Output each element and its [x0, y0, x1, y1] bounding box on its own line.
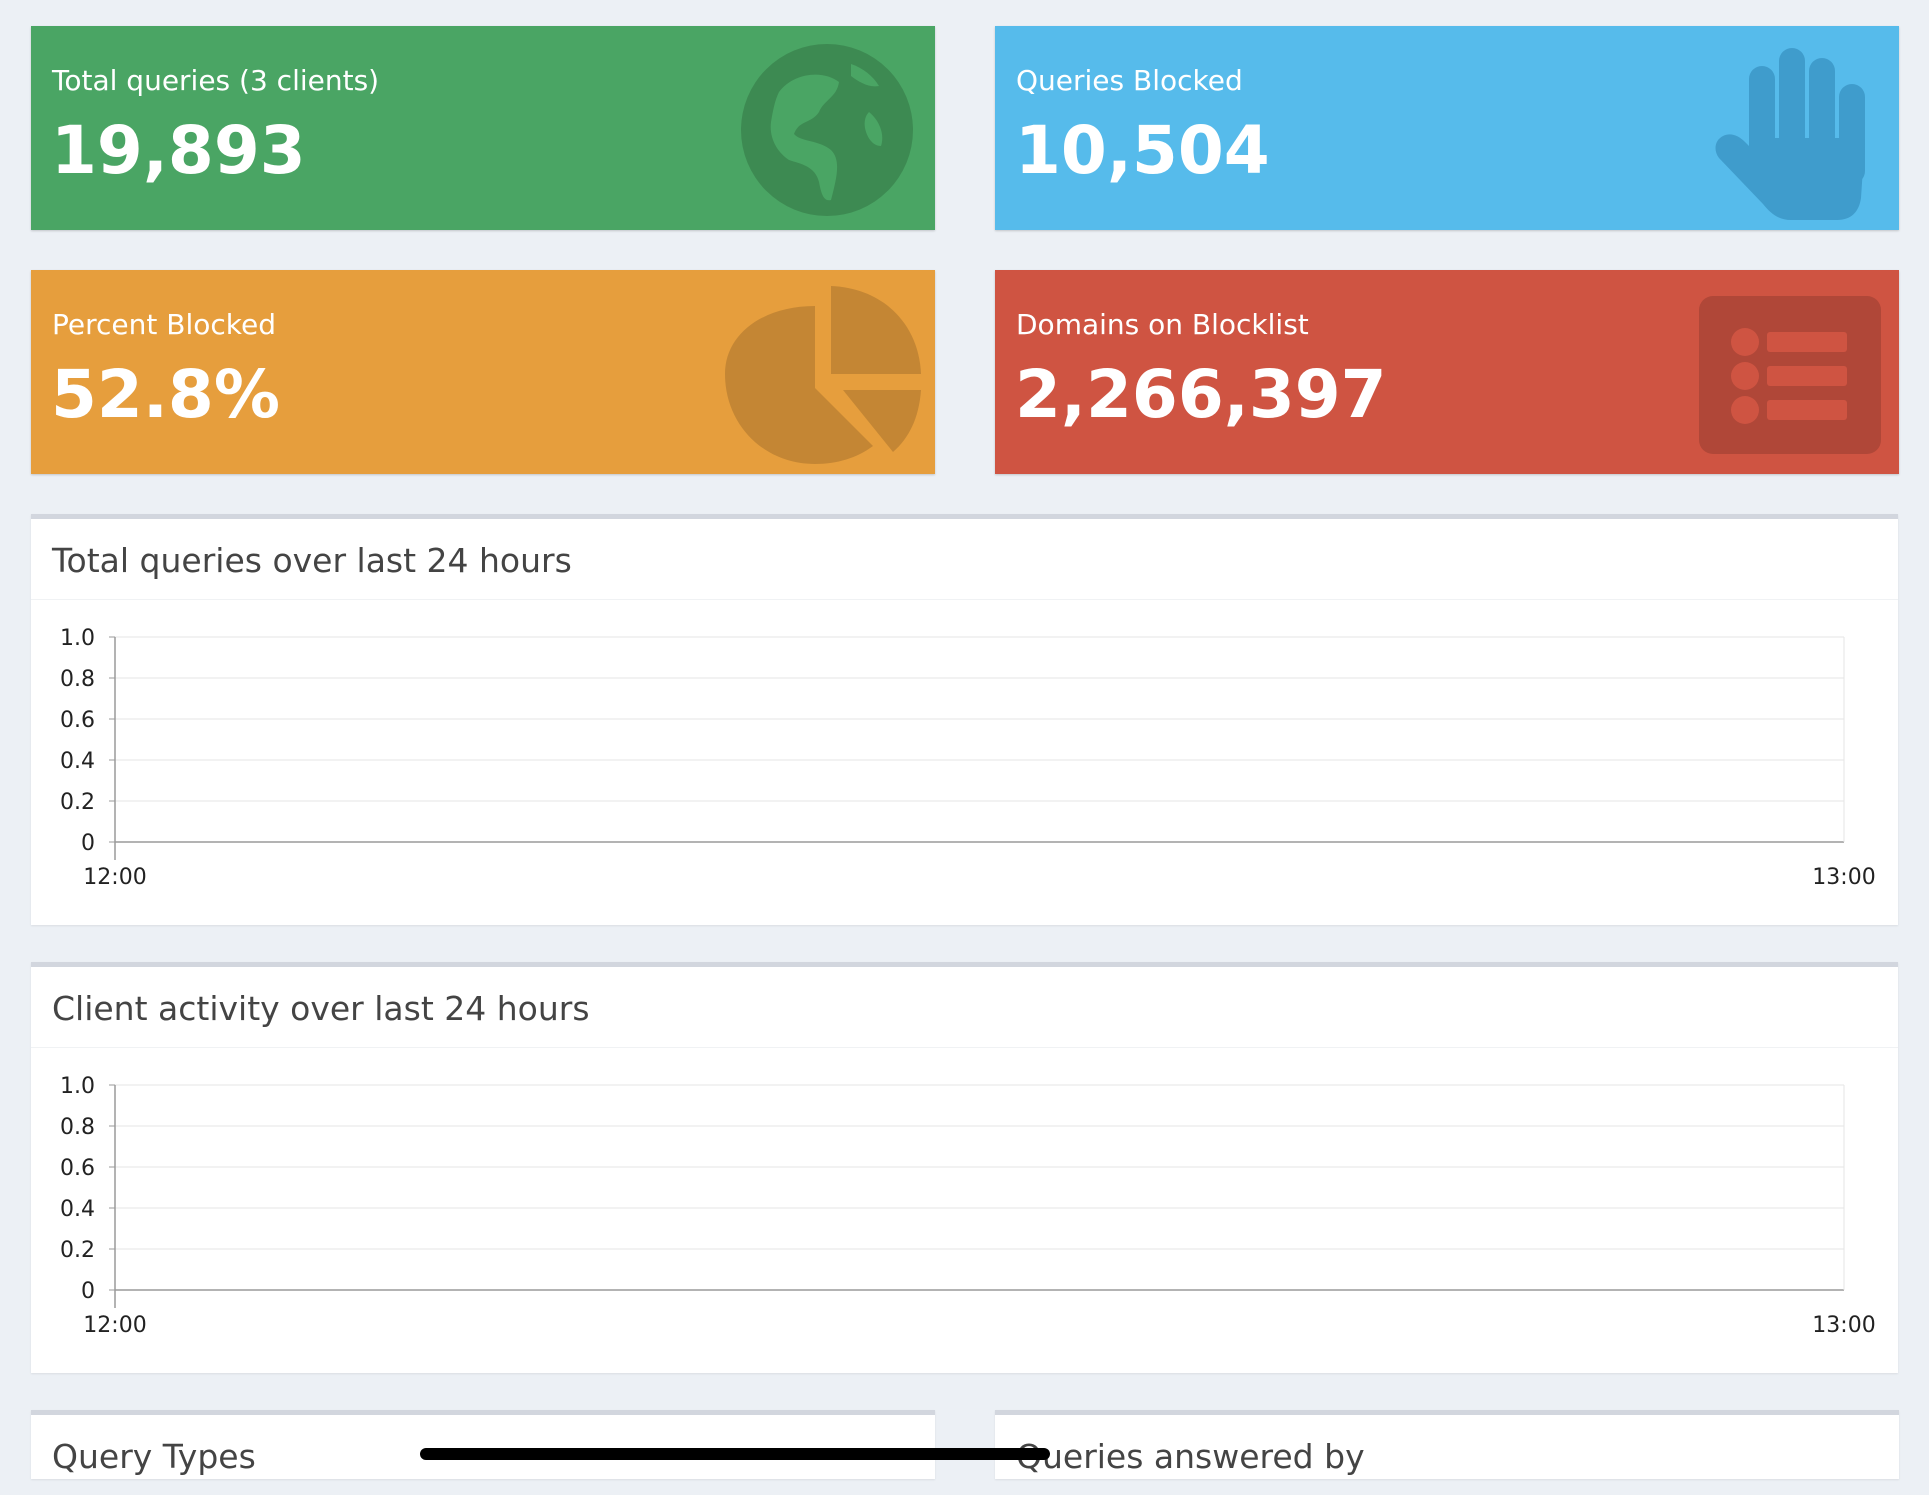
- hand-icon: [1715, 48, 1865, 220]
- y-tick-label: 1.0: [60, 1074, 95, 1099]
- panel-header: Client activity over last 24 hours: [31, 967, 1898, 1048]
- panel-title: Client activity over last 24 hours: [52, 989, 590, 1028]
- y-tick-label: 0.2: [60, 1238, 95, 1263]
- queries-blocked-value: 10,504: [1015, 112, 1270, 189]
- y-tick-label: 0.8: [60, 1115, 95, 1140]
- query-types-panel: Query Types: [31, 1410, 935, 1479]
- x-tick-label: 13:00: [1812, 1313, 1875, 1338]
- y-tick-label: 0.6: [60, 1156, 95, 1181]
- y-tick-label: 0: [81, 831, 95, 856]
- y-tick-label: 0.4: [60, 749, 95, 774]
- domains-blocklist-label: Domains on Blocklist: [1016, 308, 1309, 341]
- percent-blocked-value: 52.8%: [51, 356, 280, 433]
- pie-chart-icon: [725, 286, 921, 464]
- queries-answered-by-panel: Queries answered by: [995, 1410, 1899, 1479]
- total-queries-tile[interactable]: Total queries (3 clients) 19,893: [31, 26, 935, 230]
- total-queries-chart-panel: Total queries over last 24 hours 1.0 0.8 0…: [31, 514, 1898, 925]
- percent-blocked-tile[interactable]: Percent Blocked 52.8%: [31, 270, 935, 474]
- queries-blocked-label: Queries Blocked: [1016, 64, 1243, 97]
- panel-title: Total queries over last 24 hours: [52, 541, 572, 580]
- y-tick-label: 0.8: [60, 667, 95, 692]
- y-tick-label: 0.2: [60, 790, 95, 815]
- client-activity-chart: 1.0 0.8 0.6 0.4 0.2 0 12:00 13:00: [60, 1074, 1876, 1338]
- client-activity-chart-panel: Client activity over last 24 hours 1.0 0.…: [31, 962, 1898, 1373]
- domains-blocklist-value: 2,266,397: [1015, 356, 1387, 433]
- total-queries-chart: 1.0 0.8 0.6 0.4 0.2 0 12:00 13:00: [60, 626, 1876, 890]
- total-queries-label: Total queries (3 clients): [52, 64, 380, 97]
- x-tick-label: 13:00: [1812, 865, 1875, 890]
- panel-title: Queries answered by: [1016, 1437, 1365, 1476]
- x-tick-label: 12:00: [83, 865, 146, 890]
- y-tick-label: 0: [81, 1279, 95, 1304]
- home-indicator[interactable]: [420, 1448, 1050, 1460]
- percent-blocked-label: Percent Blocked: [52, 308, 276, 341]
- panel-title: Query Types: [52, 1437, 256, 1476]
- queries-blocked-tile[interactable]: Queries Blocked 10,504: [995, 26, 1899, 230]
- domains-blocklist-tile[interactable]: Domains on Blocklist 2,266,397: [995, 270, 1899, 474]
- y-tick-label: 1.0: [60, 626, 95, 651]
- x-tick-label: 12:00: [83, 1313, 146, 1338]
- panel-header: Total queries over last 24 hours: [31, 519, 1898, 600]
- list-icon: [1699, 296, 1881, 454]
- globe-icon: [741, 44, 913, 216]
- total-queries-value: 19,893: [51, 112, 306, 189]
- panel-header: Queries answered by: [995, 1415, 1899, 1495]
- y-tick-label: 0.6: [60, 708, 95, 733]
- y-tick-label: 0.4: [60, 1197, 95, 1222]
